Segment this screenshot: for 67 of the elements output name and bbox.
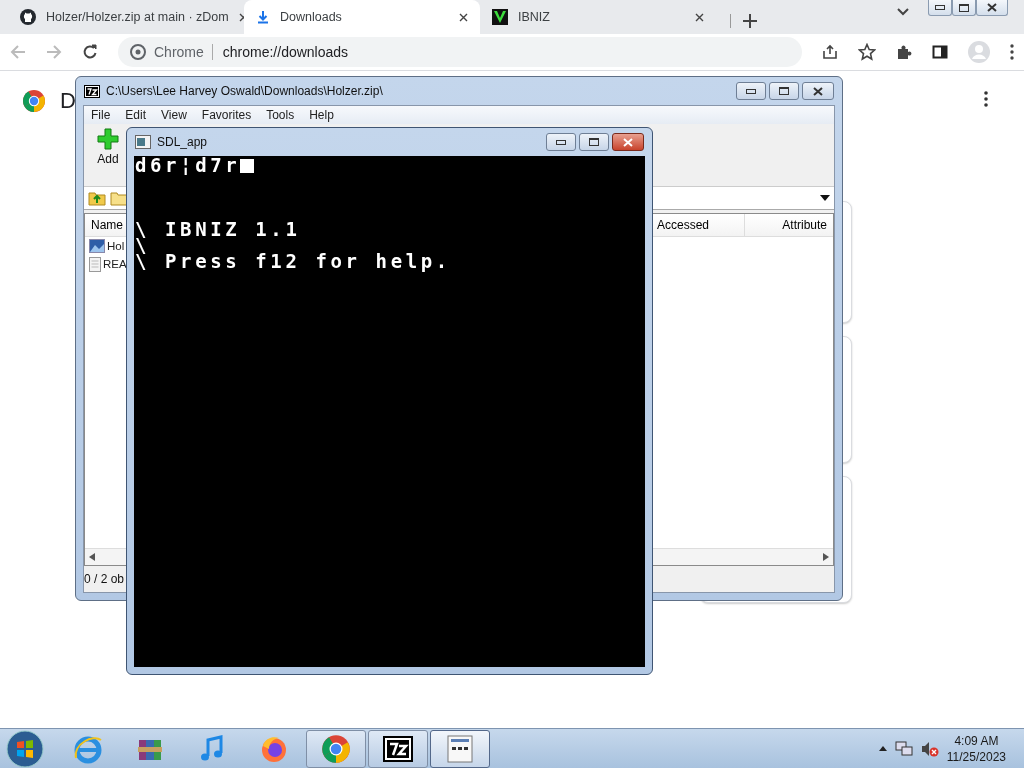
page-heading: D: [60, 88, 76, 114]
column-header[interactable]: Attribute: [745, 214, 833, 236]
file-name[interactable]: Hol: [107, 240, 125, 252]
minimize-button[interactable]: [928, 0, 952, 16]
chrome-logo-icon: [321, 733, 351, 764]
more-icon[interactable]: [1010, 44, 1014, 60]
scroll-left-icon[interactable]: [89, 553, 95, 561]
minimize-button[interactable]: [546, 133, 576, 151]
menu-item[interactable]: Edit: [125, 108, 147, 122]
column-header[interactable]: Name: [85, 214, 127, 236]
maximize-button[interactable]: [579, 133, 609, 151]
scroll-right-icon[interactable]: [823, 553, 829, 561]
close-icon: [987, 3, 997, 12]
octocat-icon: [20, 9, 36, 25]
v-logo-icon: [492, 9, 508, 25]
app-window-icon: [447, 734, 473, 763]
close-icon: [623, 137, 633, 147]
status-text: 0 / 2 ob: [84, 572, 125, 586]
sevenzip-logo-icon: [383, 735, 413, 762]
menu-item[interactable]: Help: [309, 108, 334, 122]
browser-tab[interactable]: Downloads: [244, 0, 480, 34]
star-icon[interactable]: [858, 43, 876, 61]
image-file-icon: [89, 239, 105, 253]
minimize-button[interactable]: [736, 82, 766, 100]
close-button[interactable]: [802, 82, 834, 100]
add-button[interactable]: Add: [88, 128, 128, 182]
sevenzip-logo-icon: [84, 84, 100, 98]
close-icon[interactable]: [459, 12, 468, 22]
share-icon[interactable]: [822, 44, 838, 60]
plus-icon: [97, 128, 119, 150]
muted-speaker-icon[interactable]: [920, 740, 939, 757]
maximize-button[interactable]: [769, 82, 799, 100]
menu-item[interactable]: Tools: [266, 108, 295, 122]
folder-icon[interactable]: [110, 190, 128, 206]
puzzle-icon[interactable]: [896, 44, 912, 60]
folder-up-icon[interactable]: [88, 190, 106, 206]
column-header[interactable]: Accessed: [654, 214, 745, 236]
chrome-logo-icon: [22, 89, 46, 113]
start-button[interactable]: [6, 729, 44, 768]
window-title: C:\Users\Lee Harvey Oswald\Downloads\Holzer.zip\: [106, 84, 384, 98]
text-cursor: [240, 159, 255, 173]
taskbar-button[interactable]: [368, 729, 428, 768]
restore-button[interactable]: [952, 0, 976, 16]
text-file-icon: [89, 256, 101, 272]
clock[interactable]: 4:09 AM 11/25/2023: [946, 732, 1006, 765]
address-bar[interactable]: Chrome chrome://downloads: [118, 37, 802, 67]
dropdown-arrow-icon[interactable]: [820, 195, 830, 201]
tray-arrow-icon[interactable]: [878, 746, 887, 751]
window-title: SDL_app: [157, 135, 209, 149]
file-name[interactable]: REA: [103, 258, 127, 270]
close-button[interactable]: [612, 133, 644, 151]
console-input[interactable]: d6r¦d7r: [135, 154, 241, 176]
network-icon[interactable]: [894, 740, 913, 757]
close-icon: [813, 86, 823, 96]
reload-icon[interactable]: [82, 44, 98, 60]
menu-item[interactable]: Favorites: [201, 108, 252, 122]
download-icon: [256, 10, 270, 24]
app-window-icon: [135, 135, 151, 149]
more-icon[interactable]: [984, 91, 988, 107]
close-icon[interactable]: [695, 12, 704, 22]
new-tab-icon[interactable]: [730, 14, 757, 28]
side-panel-icon[interactable]: [932, 44, 948, 60]
menu-item[interactable]: View: [161, 108, 187, 122]
close-button[interactable]: [976, 0, 1008, 16]
chevron-down-icon[interactable]: [897, 8, 909, 16]
browser-tab[interactable]: IBNIZ: [480, 0, 716, 34]
menu-item[interactable]: File: [91, 108, 111, 122]
